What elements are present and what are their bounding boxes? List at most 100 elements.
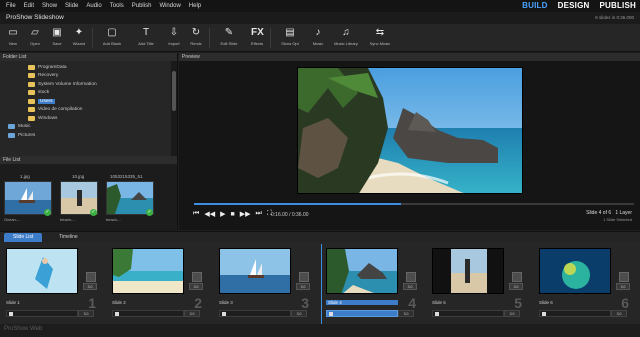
sync-music-button[interactable]: ⇆ Sync Music [363, 24, 397, 52]
device-item[interactable]: Pictures [0, 131, 177, 140]
slide-duration[interactable]: 3.0 [611, 310, 627, 317]
slide-trans[interactable]: 3.0 [296, 283, 310, 290]
menu-window[interactable]: Window [159, 3, 180, 9]
folder-item[interactable]: Video de compilation [0, 106, 177, 115]
slide-item[interactable]: 3.0 Slide 6 6 3.0 [533, 248, 635, 322]
slide-timing-bar[interactable] [326, 310, 398, 317]
folder-scrollbar[interactable] [171, 61, 177, 156]
slide-timing-bar[interactable] [219, 310, 291, 317]
mode-design[interactable]: DESIGN [558, 1, 590, 10]
music-library-icon: ♫ [342, 27, 350, 38]
window-title: ProShow Slideshow [6, 14, 64, 21]
menu-publish[interactable]: Publish [132, 3, 152, 9]
remix-button[interactable]: ↻ Remix [185, 24, 207, 52]
menu-tools[interactable]: Tools [110, 3, 124, 9]
slide-number: 3 [301, 295, 309, 311]
slide-play-icon[interactable] [222, 312, 226, 316]
play-icon[interactable]: ▶ [220, 210, 225, 218]
stop-icon[interactable]: ■ [230, 211, 234, 218]
slide-item[interactable]: 3.0 Slide 1 1 3.0 [0, 248, 102, 322]
add-blank-icon: ▢ [107, 27, 117, 38]
slide-play-icon[interactable] [435, 312, 439, 316]
scrollbar-thumb[interactable] [172, 71, 176, 111]
slide-item-selected[interactable]: 3.0 Slide 4 4 3.0 [320, 248, 422, 322]
effects-icon: FX [251, 27, 264, 38]
person-icon [299, 272, 309, 282]
open-button[interactable]: ▱ Open [24, 24, 46, 52]
tab-timeline[interactable]: Timeline [50, 233, 87, 242]
sync-music-icon: ⇆ [375, 27, 385, 38]
mode-publish[interactable]: PUBLISH [599, 1, 636, 10]
folder-item-selected[interactable]: Users [0, 97, 177, 106]
skip-back-icon[interactable]: ⏮ [193, 210, 199, 218]
slide-timing-bar[interactable] [539, 310, 611, 317]
slide-timing-bar[interactable] [6, 310, 78, 317]
slide-timing-bar[interactable] [432, 310, 504, 317]
folder-item[interactable]: ProgramData [0, 63, 177, 72]
preview-progress-bar[interactable] [194, 203, 634, 205]
slide-play-icon[interactable] [542, 312, 546, 316]
edit-slide-button[interactable]: ✎ Edit Slide [212, 24, 246, 52]
music-library-button[interactable]: ♫ Music Library [329, 24, 363, 52]
edit-slide-icon: ✎ [224, 27, 234, 38]
slide-4-image [327, 249, 397, 293]
folder-item[interactable]: Recovery [0, 72, 177, 81]
device-item[interactable]: Music [0, 123, 177, 132]
import-button[interactable]: ⇩ Import [163, 24, 185, 52]
new-button[interactable]: ▭ New [2, 24, 24, 52]
slide-timing-bar[interactable] [112, 310, 184, 317]
slide-duration[interactable]: 3.0 [184, 310, 200, 317]
slide-duration[interactable]: 3.0 [78, 310, 94, 317]
skip-forward-icon[interactable]: ⏭ [256, 210, 262, 218]
toolbar: ▭ New ▱ Open ▣ Save ✦ Wizard ▢ Add Blank T Add… [0, 24, 640, 52]
music-button[interactable]: ♪ Music [307, 24, 329, 52]
slide-play-icon[interactable] [329, 312, 333, 316]
folder-item[interactable]: Windows [0, 114, 177, 123]
slide-number: 2 [194, 295, 202, 311]
show-options-button[interactable]: ▤ Show Opt [273, 24, 307, 52]
new-icon: ▭ [8, 27, 18, 38]
slide-trans[interactable]: 3.0 [83, 283, 97, 290]
folder-item[interactable]: stock [0, 89, 177, 98]
slide-item[interactable]: 3.0 Slide 3 3 3.0 [213, 248, 315, 322]
slide-duration[interactable]: 3.0 [398, 310, 414, 317]
menu-file[interactable]: File [6, 3, 16, 9]
tab-slide-list[interactable]: Slide List [4, 233, 43, 242]
menu-help[interactable]: Help [189, 3, 201, 9]
add-title-button[interactable]: T Add Title [129, 24, 163, 52]
save-button[interactable]: ▣ Save [46, 24, 68, 52]
music-icon: ♪ [315, 27, 321, 38]
slide-play-icon[interactable] [115, 312, 119, 316]
slide-name: Slide 1 [6, 300, 20, 305]
slide-duration[interactable]: 3.0 [504, 310, 520, 317]
file-name: beach-... [60, 217, 76, 222]
slide-trans[interactable]: 3.0 [616, 283, 630, 290]
person-icon [512, 272, 522, 282]
slide-play-icon[interactable] [9, 312, 13, 316]
menu-bar: File Edit Show Slide Audio Tools Publish… [0, 0, 640, 12]
file-header: 1.jpg [20, 174, 30, 179]
person-icon [406, 272, 416, 282]
folder-item[interactable]: System Volume Information [0, 80, 177, 89]
effects-button[interactable]: FX Effects [246, 24, 268, 52]
fast-forward-icon[interactable]: ▶▶ [240, 210, 251, 218]
slide-trans[interactable]: 3.0 [189, 283, 203, 290]
menu-slide[interactable]: Slide [65, 3, 78, 9]
menu-show[interactable]: Show [42, 3, 57, 9]
slide-duration[interactable]: 3.0 [291, 310, 307, 317]
slide-trans[interactable]: 3.0 [509, 283, 523, 290]
slide-thumbnail [326, 248, 398, 294]
slide-item[interactable]: 3.0 Slide 5 5 3.0 [426, 248, 528, 322]
slide-item[interactable]: 3.0 Slide 2 2 3.0 [106, 248, 208, 322]
preview-header: Preview [179, 53, 640, 61]
menu-edit[interactable]: Edit [24, 3, 34, 9]
slide-trans[interactable]: 3.0 [403, 283, 417, 290]
rewind-icon[interactable]: ◀◀ [204, 210, 215, 218]
mode-build[interactable]: BUILD [522, 1, 547, 10]
wizard-button[interactable]: ✦ Wizard [68, 24, 90, 52]
menu-audio[interactable]: Audio [86, 3, 101, 9]
add-blank-button[interactable]: ▢ Add Blank [95, 24, 129, 52]
mode-switcher: BUILD DESIGN PUBLISH [522, 1, 636, 10]
slide-3-image [220, 249, 290, 293]
timeline-playhead[interactable] [321, 244, 322, 324]
